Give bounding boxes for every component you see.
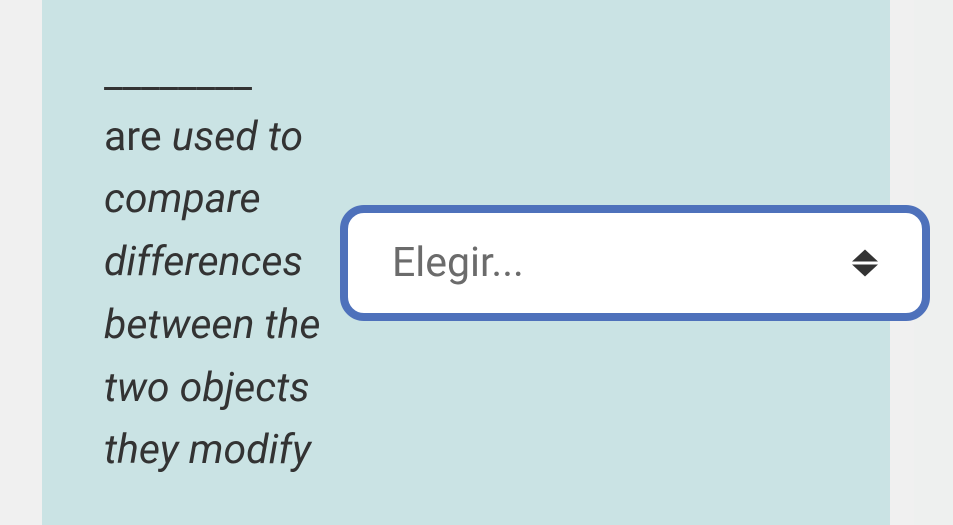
select-placeholder: Elegir... (392, 239, 524, 287)
question-row: ________ are used to compare differences… (42, 0, 890, 525)
sort-icon (852, 249, 878, 276)
question-lead: are (104, 113, 172, 161)
answer-select[interactable]: Elegir... (340, 205, 930, 321)
chevron-down-icon (852, 264, 878, 276)
question-text: ________ are used to compare differences… (104, 43, 322, 482)
fill-blank: ________ (104, 43, 322, 106)
question-card: ________ are used to compare differences… (42, 0, 890, 525)
question-italic: used to compare differences between the … (104, 113, 321, 475)
answer-select-wrapper: Elegir... (340, 205, 930, 321)
chevron-up-icon (852, 249, 878, 261)
page-container: ________ are used to compare differences… (0, 0, 953, 525)
